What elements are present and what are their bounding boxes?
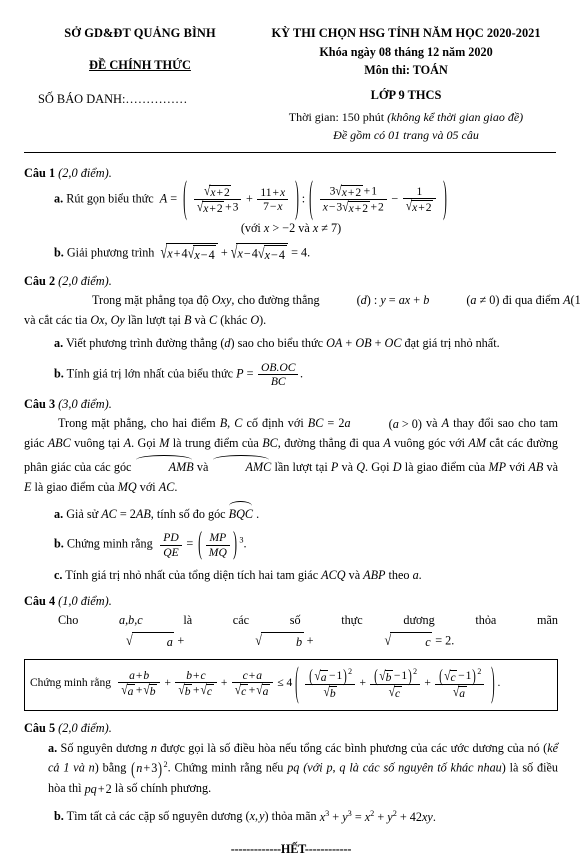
question-3a: a. Giả sử AC = 2AB, tính số đo góc BQC . <box>24 501 558 525</box>
question-5-points: (2,0 điểm). <box>58 720 112 735</box>
question-4-points: (1,0 điểm). <box>58 593 112 608</box>
q1b-formula: √x + 4√x − 4 + √x − 4√x − 4 = 4. <box>157 241 311 266</box>
department-name: SỞ GD&ĐT QUẢNG BÌNH <box>64 26 216 40</box>
official-exam-label: ĐỀ CHÍNH THỨC <box>89 58 191 72</box>
exam-duration: Thời gian: 150 phút (không kể thời gian … <box>256 110 556 125</box>
q5b-equation: x3 + y3 = x2 + y2 + 42xy. <box>319 808 436 824</box>
q1a-formula: A = ( √x + 2 √x + 2 + 3 + 11 + x7 − x ):(… <box>159 171 448 222</box>
exam-title: KỲ THI CHỌN HSG TỈNH NĂM HỌC 2020-2021 <box>271 26 541 40</box>
end-of-exam-marker: -------------HẾT------------ <box>230 842 352 857</box>
question-5-heading: Câu 5 (2,0 điểm). <box>24 721 558 736</box>
question-3-points: (3,0 điểm). <box>58 397 112 412</box>
question-1-heading: Câu 1 (2,0 điểm). <box>24 166 558 181</box>
q4-condition: √ a + √ b + √ c = 2. <box>24 631 454 653</box>
duration-note: (không kể thời gian giao đề) <box>387 110 524 124</box>
question-4-inequality-box: Chứng minh rằng a + b √a + √b + b + c √b +… <box>24 659 558 711</box>
exam-grade: LỚP 9 THCS <box>370 88 442 102</box>
q5a-label: a. <box>48 740 58 755</box>
q5a-formula-pq2: pq + 2 <box>84 781 112 796</box>
q5a-seg4: . Chứng minh rằng nếu <box>167 760 288 775</box>
question-1-label: Câu 1 <box>24 166 56 180</box>
q2a-label: a. <box>54 335 64 350</box>
header-left-block: SỞ GD&ĐT QUẢNG BÌNH ĐỀ CHÍNH THỨC SỐ BÁO… <box>24 26 256 143</box>
page-count-note: Đề gồm có 01 trang và 05 câu <box>333 128 479 142</box>
question-1a-condition: (với x > −2 và x ≠ 7) <box>24 219 558 239</box>
q5a-seg1: Số nguyên dương <box>60 740 151 755</box>
question-3c: c. Tính giá trị nhỏ nhất của tổng diện t… <box>54 568 422 583</box>
question-1a: a. Rút gọn biểu thức A = ( √x + 2 √x + 2 … <box>24 171 558 222</box>
q2b-formula: P = OB.OC BC. <box>236 360 304 388</box>
q5a-italic-2: (với p, q là các số nguyên tố khác nhau <box>299 760 502 775</box>
exam-content: Câu 1 (2,0 điểm). a. Rút gọn biểu thức A… <box>0 166 580 857</box>
q5a-seg2: được gọi là số điều hòa nếu tổng các bìn… <box>156 740 548 755</box>
q5a-seg3: ) bằng <box>94 760 131 775</box>
q3a-label: a. <box>54 506 64 521</box>
q1b-label: b. <box>54 245 64 260</box>
question-2-body: Trong mặt phẳng tọa độ Oxy, cho đường th… <box>24 291 580 331</box>
q3b-label: b. <box>54 537 64 551</box>
exam-page: SỞ GD&ĐT QUẢNG BÌNH ĐỀ CHÍNH THỨC SỐ BÁO… <box>0 0 580 856</box>
question-5b: b. Tìm tất cả các cặp số nguyên dương (x… <box>24 807 558 828</box>
q4-prove-label: Chứng minh rằng <box>30 677 111 690</box>
q3b-formula: PD QE = (MP MQ) 3. <box>156 525 247 561</box>
q5a-formula-n3: (n + 3)2 <box>131 757 168 779</box>
q1a-condition-math: (với x > −2 và x ≠ 7) <box>240 220 342 235</box>
question-1b: b. Giải phương trình √x + 4√x − 4 + √x −… <box>24 241 558 266</box>
q4-inequality: a + b √a + √b + b + c √b + √c + c + a √c + … <box>114 662 500 706</box>
document-header: SỞ GD&ĐT QUẢNG BÌNH ĐỀ CHÍNH THỨC SỐ BÁO… <box>0 0 580 143</box>
angle-amc: AMC <box>212 454 271 478</box>
q1a-label: a. <box>54 191 64 206</box>
q3c-label: c. <box>54 568 63 583</box>
question-4-body: Cho a,b,c là các số thực dương thỏa mãn … <box>24 611 558 653</box>
header-divider <box>24 152 556 153</box>
question-2b: b. Tính giá trị lớn nhất của biểu thức P… <box>54 360 304 388</box>
question-3-body: Trong mặt phẳng, cho hai điểm B, C cố đị… <box>24 416 559 494</box>
q1b-text: Giải phương trình <box>66 245 155 260</box>
header-right-block: KỲ THI CHỌN HSG TỈNH NĂM HỌC 2020-2021 K… <box>256 26 556 143</box>
q2b-label: b. <box>54 366 64 381</box>
q2-body-math: Trong mặt phẳng tọa độ Oxy, cho đường th… <box>92 292 580 307</box>
question-2-heading: Câu 2 (2,0 điểm). <box>24 274 558 289</box>
question-3-heading: Câu 3 (3,0 điểm). <box>24 397 558 412</box>
question-3b: b. Chứng minh rằng PD QE = (MP MQ) 3. <box>54 524 247 562</box>
question-2a: a. Viết phương trình đường thẳng (d) sao… <box>54 335 500 350</box>
exam-subject: Môn thi: TOÁN <box>364 63 448 77</box>
question-2-label: Câu 2 <box>24 273 56 288</box>
duration-text: Thời gian: 150 phút <box>288 110 388 124</box>
question-3-label: Câu 3 <box>24 397 56 412</box>
question-1-points: (2,0 điểm). <box>58 166 112 180</box>
question-4-label: Câu 4 <box>24 593 56 608</box>
q5a-var-pq: pq <box>287 760 300 775</box>
q2-body-line2: và cắt các tia Ox, Oy lần lượt tại B và … <box>24 312 267 327</box>
question-4-heading: Câu 4 (1,0 điểm). <box>24 594 558 609</box>
question-5-label: Câu 5 <box>24 720 56 735</box>
question-2-points: (2,0 điểm). <box>58 273 112 288</box>
q5b-label: b. <box>54 808 64 823</box>
exam-date: Khóa ngày 08 tháng 12 năm 2020 <box>319 45 493 59</box>
question-5a: a. Số nguyên dương n được gọi là số điều… <box>24 739 558 800</box>
q1a-text: Rút gọn biểu thức <box>66 191 154 206</box>
candidate-number-field: SỐ BÁO DANH:…………… <box>38 92 188 106</box>
angle-amb: AMB <box>135 454 194 478</box>
